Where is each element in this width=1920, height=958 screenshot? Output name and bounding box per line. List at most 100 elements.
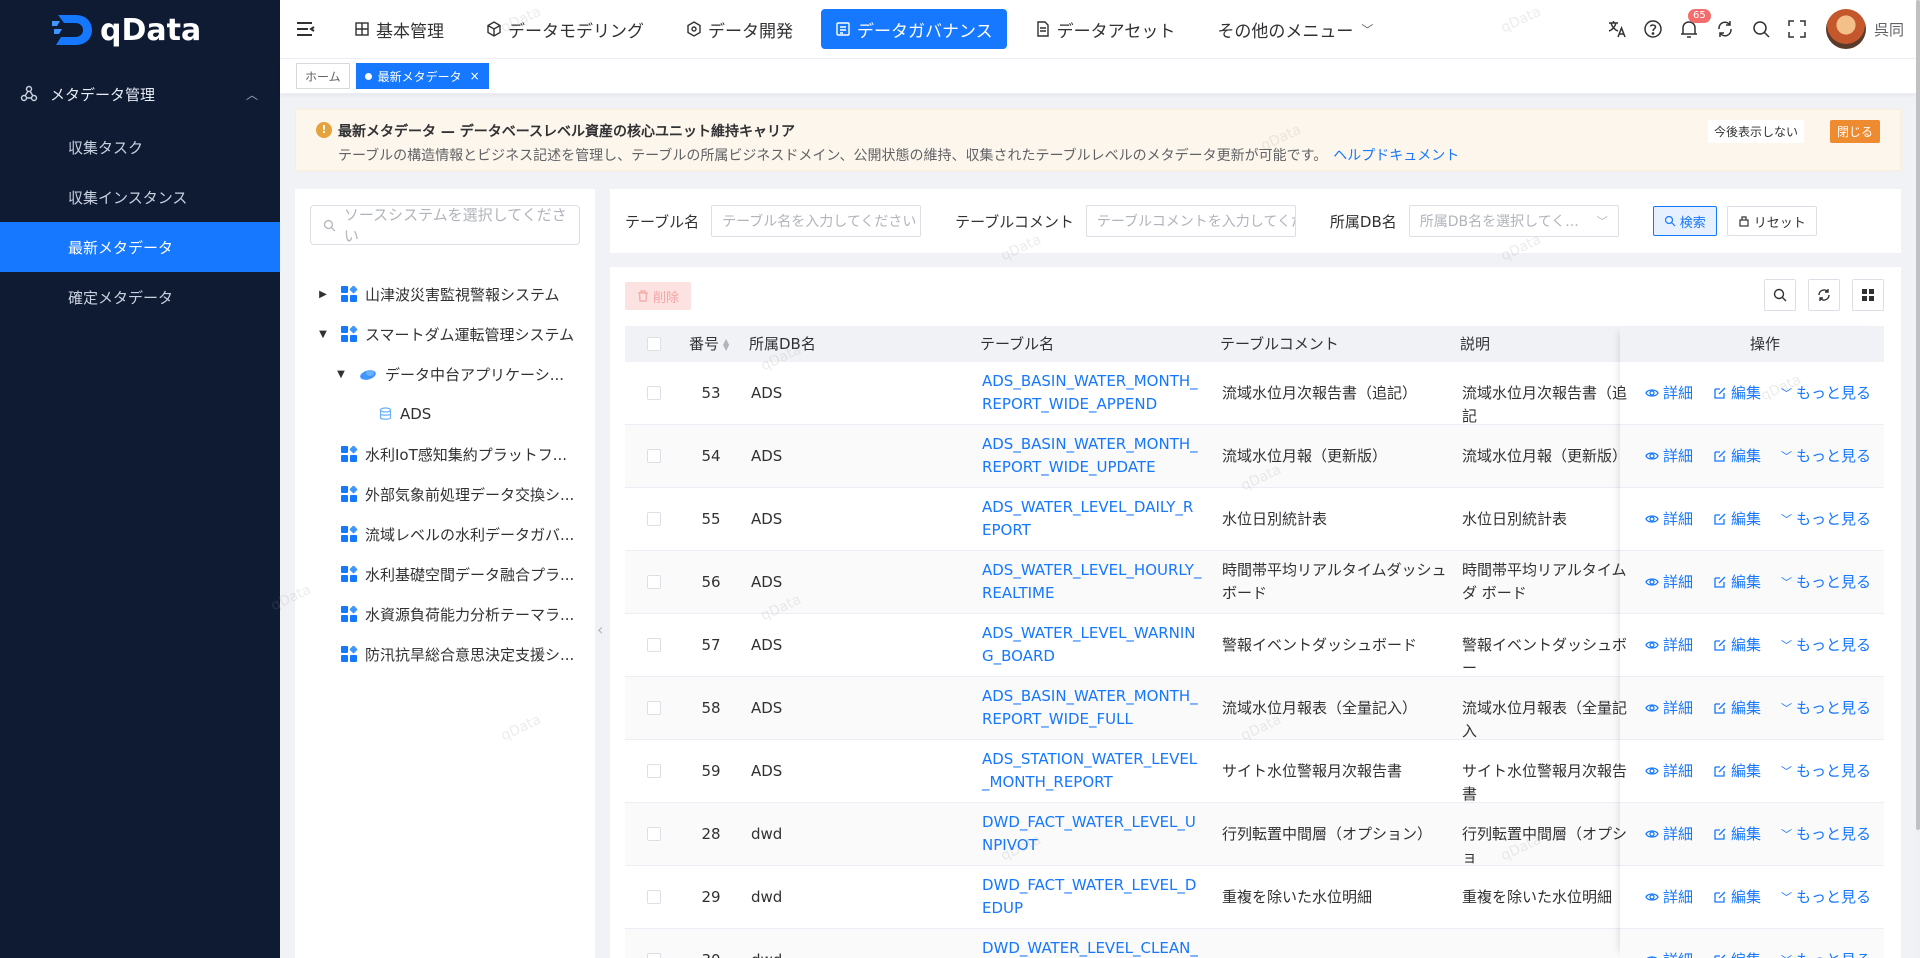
tree-node[interactable]: 防汛抗旱総合意思決定支援シ... bbox=[331, 634, 574, 674]
hide-forever-button[interactable]: 今後表示しない bbox=[1707, 120, 1804, 143]
edit-action[interactable]: 編集 bbox=[1713, 634, 1761, 655]
row-table-name-link[interactable]: ADS_BASIN_WATER_MONTH_REPORT_WIDE_FULL bbox=[982, 685, 1202, 731]
detail-action[interactable]: 詳細 bbox=[1645, 886, 1693, 907]
tree-search-input[interactable]: ソースシステムを選択してください bbox=[310, 205, 580, 245]
more-action[interactable]: ﹀もっと見る bbox=[1781, 886, 1871, 907]
edit-action[interactable]: 編集 bbox=[1713, 823, 1761, 844]
nav-data-governance[interactable]: データガバナンス bbox=[821, 9, 1007, 49]
table-comment-input[interactable]: テーブルコメントを入力してください bbox=[1085, 205, 1296, 237]
help-icon[interactable] bbox=[1642, 18, 1664, 40]
edit-action[interactable]: 編集 bbox=[1713, 445, 1761, 466]
tab-latest-metadata[interactable]: 最新メタデータ × bbox=[355, 63, 489, 89]
row-table-name-link[interactable]: ADS_STATION_WATER_LEVEL_MONTH_REPORT bbox=[982, 748, 1202, 794]
notification-bell[interactable]: 65 bbox=[1678, 9, 1711, 40]
sidebar-item-latest-metadata[interactable]: 最新メタデータ bbox=[0, 222, 280, 272]
caret-down-icon[interactable]: ▼ bbox=[315, 329, 331, 340]
edit-action[interactable]: 編集 bbox=[1713, 508, 1761, 529]
detail-action[interactable]: 詳細 bbox=[1645, 823, 1693, 844]
scrollbar-thumb[interactable] bbox=[1916, 0, 1920, 830]
fullscreen-icon[interactable] bbox=[1786, 18, 1808, 40]
tree-node[interactable]: ▶ 山津波災害監視警報システム bbox=[315, 274, 560, 314]
tree-node[interactable]: 外部気象前処理データ交換シ... bbox=[331, 474, 574, 514]
more-action[interactable]: ﹀もっと見る bbox=[1781, 949, 1871, 958]
db-name-select[interactable]: 所属DB名を選択してく... ﹀ bbox=[1408, 205, 1619, 237]
nav-basic-management[interactable]: 基本管理 bbox=[340, 9, 458, 49]
reset-button[interactable]: リセット bbox=[1726, 206, 1817, 236]
detail-action[interactable]: 詳細 bbox=[1645, 508, 1693, 529]
edit-action[interactable]: 編集 bbox=[1713, 886, 1761, 907]
page-scrollbar[interactable] bbox=[1916, 0, 1920, 958]
tree-node[interactable]: 水利IoT感知集約プラットフ... bbox=[331, 434, 567, 474]
table-name-input[interactable]: テーブル名を入力してください bbox=[711, 205, 922, 237]
translate-icon[interactable] bbox=[1606, 18, 1628, 40]
detail-action[interactable]: 詳細 bbox=[1645, 445, 1693, 466]
row-table-name-link[interactable]: ADS_WATER_LEVEL_WARNING_BOARD bbox=[982, 622, 1202, 668]
avatar[interactable] bbox=[1825, 9, 1866, 49]
logo[interactable]: qData bbox=[0, 0, 280, 60]
detail-action[interactable]: 詳細 bbox=[1645, 697, 1693, 718]
row-checkbox[interactable] bbox=[647, 512, 661, 526]
collapse-panel-icon[interactable]: ‹ bbox=[597, 620, 603, 639]
row-table-name-link[interactable]: DWD_WATER_LEVEL_CLEAN_M bbox=[982, 937, 1202, 958]
search-icon[interactable] bbox=[1750, 18, 1772, 40]
row-table-name-link[interactable]: ADS_WATER_LEVEL_HOURLY_REALTIME bbox=[982, 559, 1202, 605]
help-document-link[interactable]: ヘルプドキュメント bbox=[1333, 148, 1459, 164]
nav-data-development[interactable]: データ開発 bbox=[672, 9, 807, 49]
tree-node[interactable]: 流域レベルの水利データガバ... bbox=[331, 514, 574, 554]
detail-action[interactable]: 詳細 bbox=[1645, 760, 1693, 781]
tree-node[interactable]: 水利基礎空間データ融合プラ... bbox=[331, 554, 574, 594]
sort-icon[interactable]: ▲ ▼ bbox=[723, 337, 729, 351]
detail-action[interactable]: 詳細 bbox=[1645, 571, 1693, 592]
more-action[interactable]: ﹀もっと見る bbox=[1781, 823, 1871, 844]
nav-more-menu[interactable]: その他のメニュー ﹀ bbox=[1203, 9, 1387, 49]
row-checkbox[interactable] bbox=[647, 386, 661, 400]
detail-action[interactable]: 詳細 bbox=[1645, 634, 1693, 655]
edit-action[interactable]: 編集 bbox=[1713, 382, 1761, 403]
nav-data-modeling[interactable]: データモデリング bbox=[472, 9, 658, 49]
tab-home[interactable]: ホーム bbox=[296, 63, 350, 89]
row-checkbox[interactable] bbox=[647, 890, 661, 904]
refresh-icon[interactable] bbox=[1714, 18, 1736, 40]
tree-node[interactable]: 水資源負荷能力分析テーマラ... bbox=[331, 594, 574, 634]
row-checkbox[interactable] bbox=[647, 575, 661, 589]
nav-data-asset[interactable]: データアセット bbox=[1021, 9, 1190, 49]
row-checkbox[interactable] bbox=[647, 638, 661, 652]
column-header-id[interactable]: 番号 ▲ ▼ bbox=[689, 326, 729, 362]
sidebar-item-confirmed-metadata[interactable]: 確定メタデータ bbox=[0, 272, 280, 322]
row-checkbox[interactable] bbox=[647, 827, 661, 841]
detail-action[interactable]: 詳細 bbox=[1645, 949, 1693, 958]
row-table-name-link[interactable]: ADS_WATER_LEVEL_DAILY_REPORT bbox=[982, 496, 1202, 542]
username[interactable]: 呉同 bbox=[1874, 19, 1904, 40]
menu-collapse-icon[interactable] bbox=[294, 17, 318, 41]
detail-action[interactable]: 詳細 bbox=[1645, 382, 1693, 403]
row-checkbox[interactable] bbox=[647, 764, 661, 778]
menu-group-metadata[interactable]: メタデータ管理 ︿ bbox=[0, 66, 280, 122]
more-action[interactable]: ﹀もっと見る bbox=[1781, 508, 1871, 529]
tree-node[interactable]: ADS bbox=[369, 394, 431, 434]
row-checkbox[interactable] bbox=[647, 953, 661, 958]
more-action[interactable]: ﹀もっと見る bbox=[1781, 697, 1871, 718]
more-action[interactable]: ﹀もっと見る bbox=[1781, 634, 1871, 655]
row-table-name-link[interactable]: ADS_BASIN_WATER_MONTH_REPORT_WIDE_APPEND bbox=[982, 370, 1202, 416]
more-action[interactable]: ﹀もっと見る bbox=[1781, 382, 1871, 403]
row-table-name-link[interactable]: DWD_FACT_WATER_LEVEL_DEDUP bbox=[982, 874, 1202, 920]
tree-node[interactable]: ▼ スマートダム運転管理システム bbox=[315, 314, 574, 354]
close-notice-button[interactable]: 閉じる bbox=[1829, 120, 1880, 143]
row-checkbox[interactable] bbox=[647, 449, 661, 463]
sidebar-item-collect-instance[interactable]: 収集インスタンス bbox=[0, 172, 280, 222]
edit-action[interactable]: 編集 bbox=[1713, 760, 1761, 781]
edit-action[interactable]: 編集 bbox=[1713, 697, 1761, 718]
table-search-button[interactable] bbox=[1764, 279, 1796, 311]
more-action[interactable]: ﹀もっと見る bbox=[1781, 571, 1871, 592]
row-table-name-link[interactable]: DWD_FACT_WATER_LEVEL_UNPIVOT bbox=[982, 811, 1202, 857]
search-button[interactable]: 検索 bbox=[1652, 206, 1717, 236]
select-all-checkbox[interactable] bbox=[647, 337, 661, 351]
table-refresh-button[interactable] bbox=[1808, 279, 1840, 311]
row-checkbox[interactable] bbox=[647, 701, 661, 715]
more-action[interactable]: ﹀もっと見る bbox=[1781, 760, 1871, 781]
edit-action[interactable]: 編集 bbox=[1713, 949, 1761, 958]
more-action[interactable]: ﹀もっと見る bbox=[1781, 445, 1871, 466]
tree-node[interactable]: ▼ データ中台アプリケーシ... bbox=[333, 354, 564, 394]
column-settings-button[interactable] bbox=[1852, 279, 1884, 311]
caret-down-icon[interactable]: ▼ bbox=[333, 369, 349, 380]
